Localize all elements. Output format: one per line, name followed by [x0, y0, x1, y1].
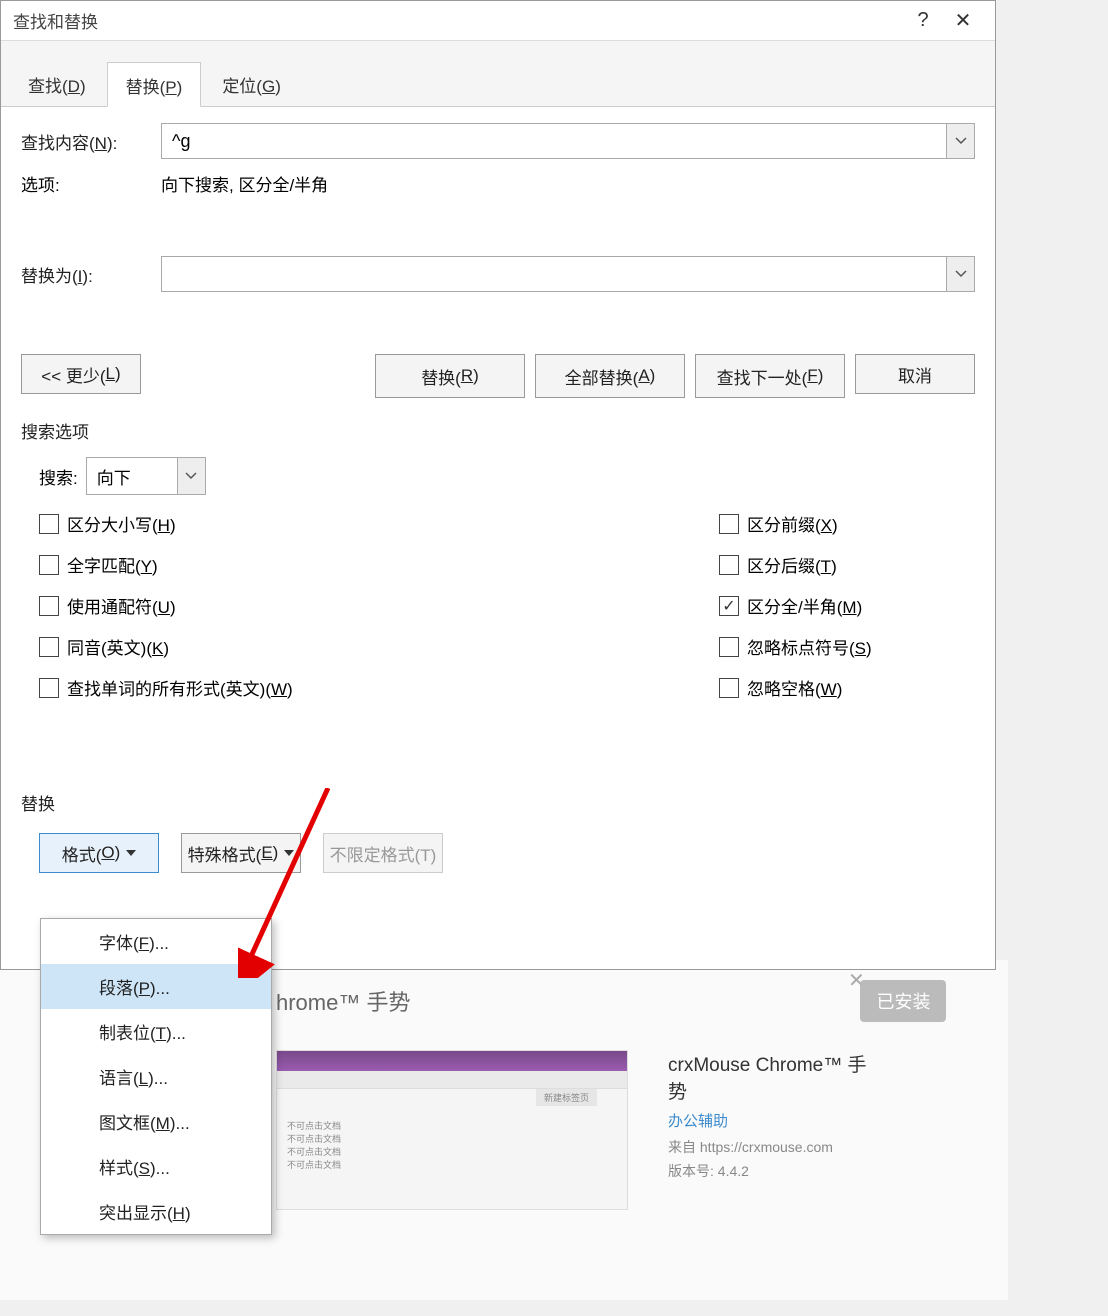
- menu-language[interactable]: 语言(L)...: [41, 1054, 271, 1099]
- menu-highlight[interactable]: 突出显示(H): [41, 1189, 271, 1234]
- checkbox-icon: [719, 637, 739, 657]
- checkbox-icon: [39, 596, 59, 616]
- replace-dropdown-icon[interactable]: [946, 257, 974, 291]
- cancel-button[interactable]: 取消: [855, 354, 975, 394]
- help-icon[interactable]: ?: [903, 9, 943, 32]
- checkbox-icon: [39, 678, 59, 698]
- checkbox-icon: [719, 555, 739, 575]
- check-space[interactable]: 忽略空格(W): [719, 675, 872, 700]
- check-match-case[interactable]: 区分大小写(H): [39, 511, 719, 536]
- find-replace-dialog: 查找和替换 ? ✕ 查找(D) 替换(P) 定位(G) 查找内容(N): 选项:…: [0, 0, 996, 970]
- menu-font[interactable]: 字体(F)...: [41, 919, 271, 964]
- options-value: 向下搜索, 区分全/半角: [161, 171, 328, 196]
- tab-find[interactable]: 查找(D): [9, 61, 105, 106]
- ext-full-title: crxMouse Chrome™ 手势: [668, 1050, 868, 1104]
- dialog-title: 查找和替换: [13, 8, 903, 33]
- find-dropdown-icon[interactable]: [946, 124, 974, 158]
- check-prefix[interactable]: 区分前缀(X): [719, 511, 872, 536]
- check-suffix[interactable]: 区分后缀(T): [719, 552, 872, 577]
- find-label: 查找内容(N):: [21, 129, 161, 154]
- checkbox-icon: [39, 555, 59, 575]
- menu-tabs[interactable]: 制表位(T)...: [41, 1009, 271, 1054]
- replace-all-button[interactable]: 全部替换(A): [535, 354, 685, 398]
- replace-input-combo[interactable]: [161, 256, 975, 292]
- replace-input[interactable]: [162, 264, 946, 285]
- special-button[interactable]: 特殊格式(E): [181, 833, 301, 873]
- search-options-title: 搜索选项: [21, 418, 975, 443]
- titlebar: 查找和替换 ? ✕: [1, 1, 995, 41]
- menu-paragraph[interactable]: 段落(P)...: [41, 964, 271, 1009]
- ext-title-partial: hrome™ 手势: [276, 985, 410, 1017]
- ext-screenshot: 新建标签页 不可点击文档 不可点击文档 不可点击文档 不可点击文档: [276, 1050, 628, 1210]
- checkbox-icon: [39, 514, 59, 534]
- search-direction-value: 向下: [87, 464, 177, 489]
- menu-frame[interactable]: 图文框(M)...: [41, 1099, 271, 1144]
- no-format-button: 不限定格式(T): [323, 833, 443, 873]
- find-input-combo[interactable]: [161, 123, 975, 159]
- options-label: 选项:: [21, 171, 161, 196]
- checkbox-icon: [719, 514, 739, 534]
- search-direction-label: 搜索:: [39, 464, 78, 489]
- checkbox-icon: [719, 678, 739, 698]
- check-wildcards[interactable]: 使用通配符(U): [39, 593, 719, 618]
- ext-info-panel: crxMouse Chrome™ 手势 办公辅助 来自 https://crxm…: [668, 1050, 868, 1210]
- replace-section-title: 替换: [21, 790, 975, 815]
- check-whole-word[interactable]: 全字匹配(Y): [39, 552, 719, 577]
- tab-goto[interactable]: 定位(G): [203, 61, 300, 106]
- check-fullhalf[interactable]: 区分全/半角(M): [719, 593, 872, 618]
- tab-replace[interactable]: 替换(P): [107, 62, 202, 107]
- check-word-forms[interactable]: 查找单词的所有形式(英文)(W): [39, 675, 719, 700]
- find-input[interactable]: [162, 131, 946, 152]
- search-direction-dropdown-icon[interactable]: [177, 458, 205, 494]
- installed-badge: 已安装: [860, 980, 946, 1022]
- tab-bar: 查找(D) 替换(P) 定位(G): [1, 41, 995, 107]
- check-sounds-like[interactable]: 同音(英文)(K): [39, 634, 719, 659]
- checkbox-icon: [39, 637, 59, 657]
- find-next-button[interactable]: 查找下一处(F): [695, 354, 845, 398]
- search-direction-select[interactable]: 向下: [86, 457, 206, 495]
- format-dropdown-menu: 字体(F)... 段落(P)... 制表位(T)... 语言(L)... 图文框…: [40, 918, 272, 1235]
- ext-version: 版本号: 4.4.2: [668, 1161, 868, 1181]
- ext-category[interactable]: 办公辅助: [668, 1110, 868, 1131]
- replace-label: 替换为(I):: [21, 262, 161, 287]
- format-button[interactable]: 格式(O): [39, 833, 159, 873]
- less-button[interactable]: << 更少(L): [21, 354, 141, 394]
- checkbox-icon: [719, 596, 739, 616]
- close-icon[interactable]: ✕: [943, 8, 983, 33]
- replace-button[interactable]: 替换(R): [375, 354, 525, 398]
- ext-source: 来自 https://crxmouse.com: [668, 1137, 868, 1157]
- check-punct[interactable]: 忽略标点符号(S): [719, 634, 872, 659]
- menu-style[interactable]: 样式(S)...: [41, 1144, 271, 1189]
